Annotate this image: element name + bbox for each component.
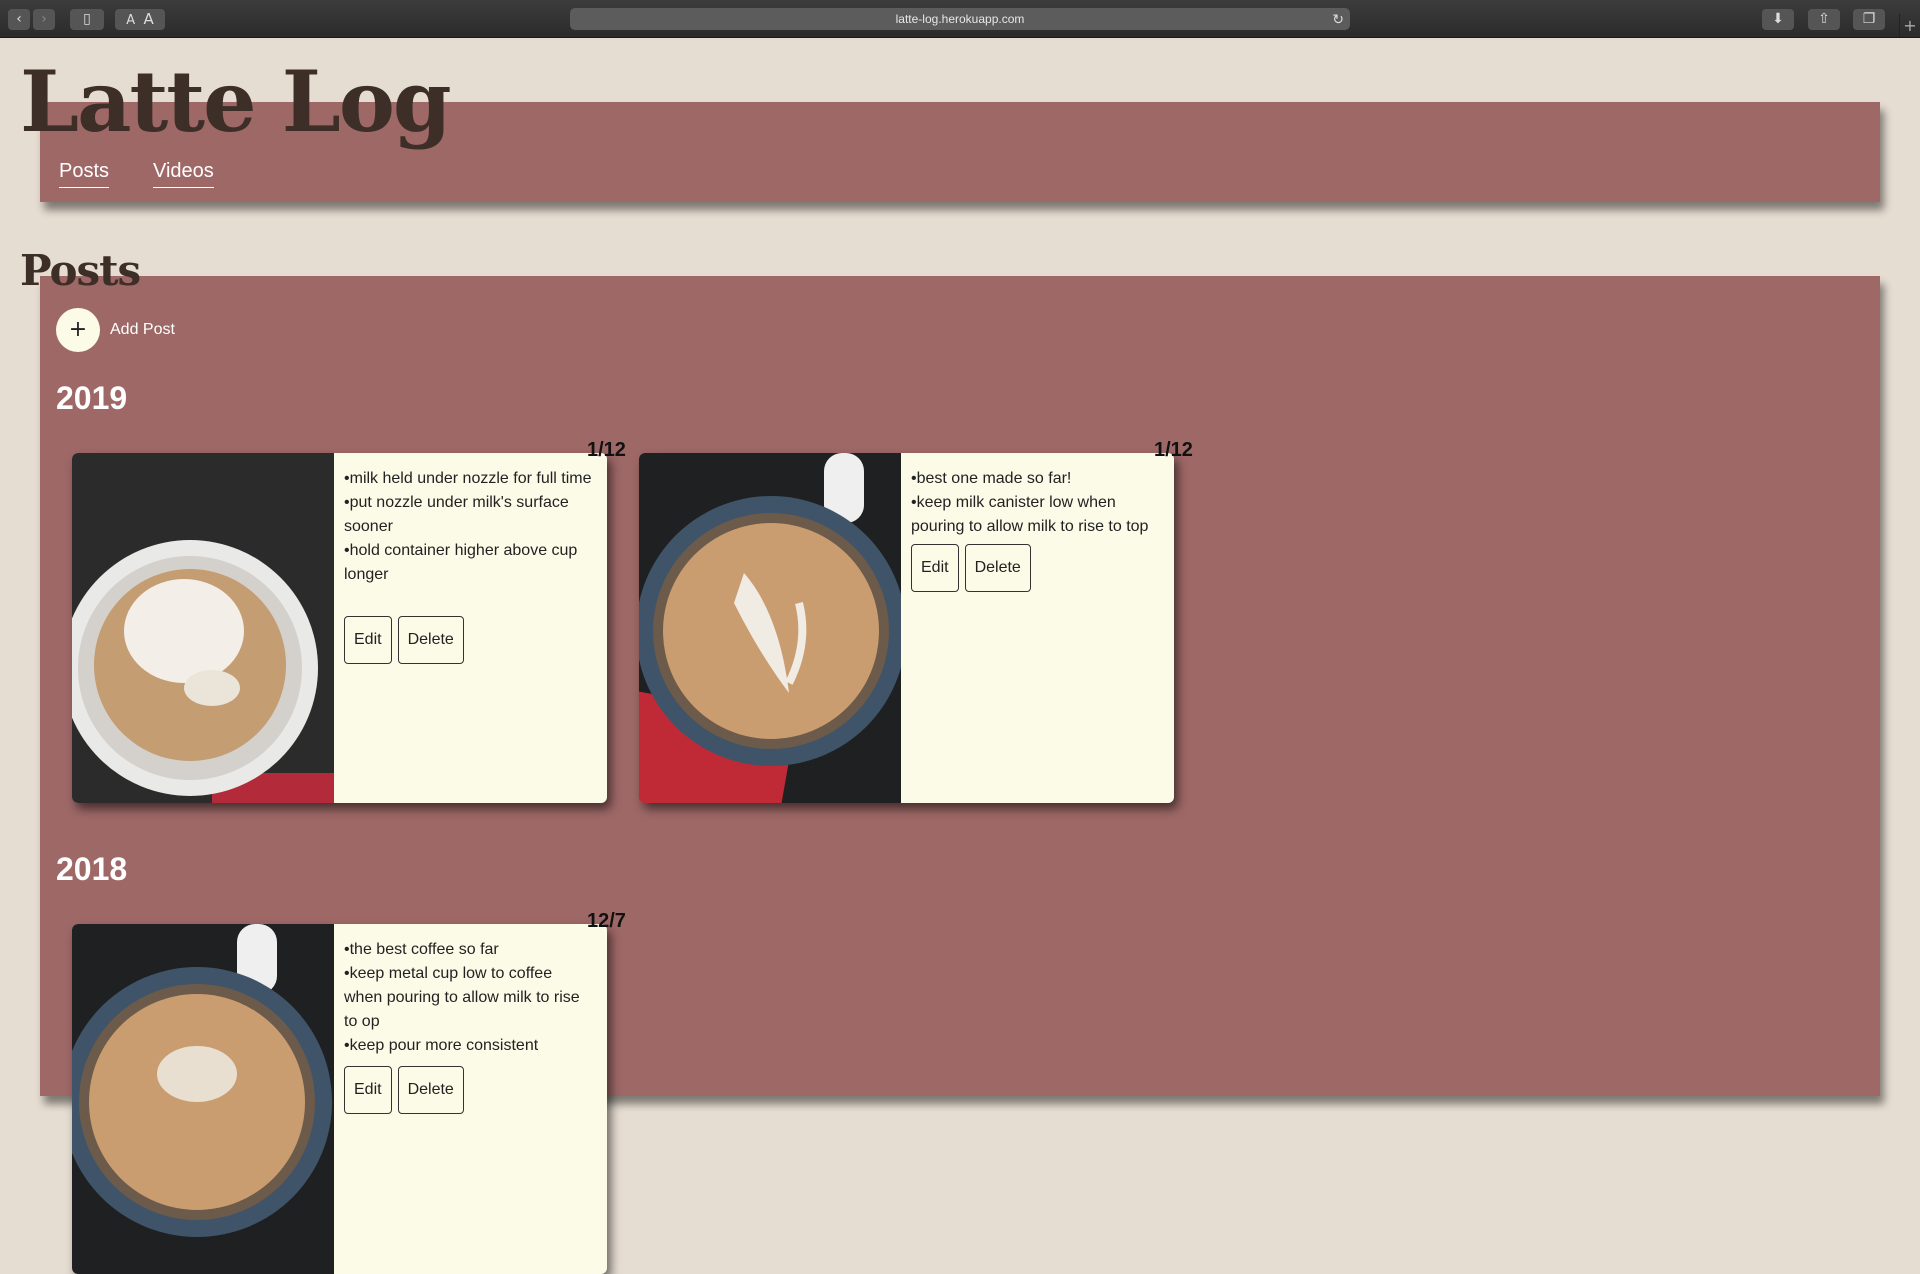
share-button[interactable]: ⇧ (1808, 9, 1840, 30)
post-note: put nozzle under milk's surface sooner (344, 491, 594, 539)
nav-posts-link[interactable]: Posts (59, 160, 110, 188)
site-title: Latte Log (20, 52, 452, 151)
delete-button[interactable]: Delete (964, 544, 1031, 592)
post-actions: Edit Delete (344, 1066, 464, 1114)
chevron-left-icon: ‹ (16, 11, 22, 27)
post-card: the best coffee so far keep metal cup lo… (72, 924, 607, 1274)
edit-button[interactable]: Edit (344, 1066, 392, 1114)
show-tabs-button[interactable]: ❐ (1853, 9, 1885, 30)
latte-photo (639, 453, 901, 803)
latte-photo (72, 924, 334, 1274)
latte-photo (72, 453, 334, 803)
sidebar-icon: ▯ (83, 11, 91, 27)
edit-button[interactable]: Edit (344, 616, 392, 664)
edit-button[interactable]: Edit (911, 544, 959, 592)
text-size-control[interactable]: A A (115, 9, 165, 30)
post-actions: Edit Delete (344, 616, 464, 664)
post-date: 1/12 (1154, 439, 1193, 461)
post-notes: milk held under nozzle for full time put… (344, 467, 594, 587)
post-card: best one made so far! keep milk canister… (639, 453, 1174, 803)
text-smaller-button[interactable]: A (126, 13, 135, 28)
back-button[interactable]: ‹ (8, 9, 30, 30)
share-icon: ⇧ (1818, 11, 1830, 27)
tabs-icon: ❐ (1862, 11, 1876, 27)
post-date: 12/7 (587, 910, 626, 932)
browser-toolbar: ‹ › ▯ A A latte-log.herokuapp.com ↻ ⬇ ⇧ … (0, 0, 1920, 38)
post-note: the best coffee so far (344, 938, 594, 962)
posts-heading: Posts (20, 246, 141, 295)
sidebar-button[interactable]: ▯ (70, 9, 104, 30)
forward-button[interactable]: › (33, 9, 55, 30)
chevron-right-icon: › (41, 11, 47, 27)
address-bar[interactable]: latte-log.herokuapp.com ↻ (570, 8, 1350, 30)
downloads-button[interactable]: ⬇ (1762, 9, 1794, 30)
download-icon: ⬇ (1772, 11, 1784, 27)
new-tab-button[interactable]: + (1899, 14, 1920, 37)
url-text: latte-log.herokuapp.com (895, 12, 1025, 26)
post-note: keep metal cup low to coffee when pourin… (344, 962, 594, 1034)
post-date: 1/12 (587, 439, 626, 461)
post-note: keep milk canister low when pouring to a… (911, 491, 1161, 539)
posts-panel: + Add Post 2019 milk held under nozzle f… (40, 276, 1880, 1274)
post-notes: the best coffee so far keep metal cup lo… (344, 938, 594, 1058)
add-post-button[interactable]: + Add Post (56, 308, 175, 352)
post-note: best one made so far! (911, 467, 1161, 491)
reload-icon[interactable]: ↻ (1332, 8, 1344, 30)
post-card: milk held under nozzle for full time put… (72, 453, 607, 803)
add-post-label[interactable]: Add Post (110, 321, 175, 339)
post-note: keep pour more consistent (344, 1034, 594, 1058)
post-note: milk held under nozzle for full time (344, 467, 594, 491)
delete-button[interactable]: Delete (397, 1066, 464, 1114)
post-actions: Edit Delete (911, 544, 1031, 592)
post-notes: best one made so far! keep milk canister… (911, 467, 1161, 539)
year-heading-2018: 2018 (56, 851, 128, 887)
year-heading-2019: 2019 (56, 380, 128, 416)
nav-videos-link[interactable]: Videos (153, 160, 214, 188)
post-note: hold container higher above cup longer (344, 539, 594, 587)
delete-button[interactable]: Delete (397, 616, 464, 664)
text-larger-button[interactable]: A (143, 10, 153, 28)
plus-icon[interactable]: + (56, 308, 100, 352)
